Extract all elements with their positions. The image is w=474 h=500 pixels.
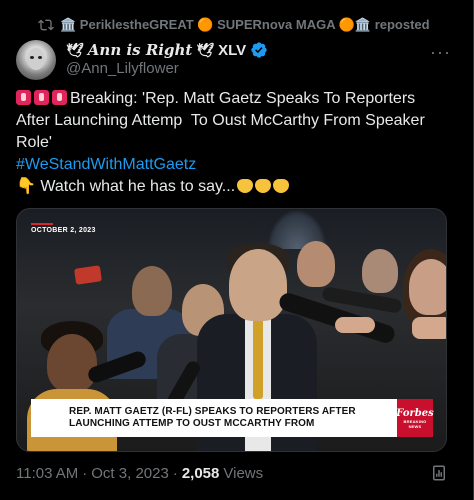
crowd-person xyxy=(132,266,172,316)
lower-third-text: REP. MATT GAETZ (R-FL) SPEAKS TO REPORTE… xyxy=(31,406,397,430)
verified-icon xyxy=(251,42,267,58)
siren-icon xyxy=(34,90,49,105)
author-badge-text: XLV xyxy=(218,41,247,59)
phone-held-up xyxy=(74,265,102,285)
avatar-eye-left xyxy=(30,56,34,59)
crowd-person xyxy=(297,241,335,287)
clap-icon xyxy=(237,179,254,193)
crowd-person xyxy=(409,259,446,315)
avatar-eye-right xyxy=(38,56,42,59)
hand xyxy=(412,317,446,339)
avatar-face xyxy=(27,48,45,70)
video-date-label: OCTOBER 2, 2023 xyxy=(31,227,96,234)
tweet-line-3: Role' xyxy=(16,134,52,151)
repost-icon xyxy=(38,19,54,31)
tweet-text: Breaking: 'Rep. Matt Gaetz Speaks To Rep… xyxy=(16,88,456,198)
speaker-tie xyxy=(253,319,263,399)
tweet-meta: 11:03 AM · Oct 3, 2023 · 2,058 Views xyxy=(16,465,263,482)
author-name-row[interactable]: 🕊 Ann is Right 🕊 XLV xyxy=(66,40,268,60)
repost-header: 🏛️ PeriklestheGREAT 🟠 SUPERnova MAGA 🟠🏛️… xyxy=(38,16,430,34)
tweet-line-5: Watch what he has to say... xyxy=(40,178,236,195)
siren-icon xyxy=(16,90,31,105)
crowd-person xyxy=(362,249,398,293)
author-handle[interactable]: @Ann_Lilyflower xyxy=(66,60,179,77)
repost-text[interactable]: 🏛️ PeriklestheGREAT 🟠 SUPERnova MAGA 🟠🏛️… xyxy=(60,17,430,33)
clap-icon xyxy=(255,179,272,193)
meta-separator: · xyxy=(82,465,88,482)
forbes-logo: Forbes BREAKING NEWS xyxy=(396,399,434,437)
forbes-logo-sub: BREAKING NEWS xyxy=(403,418,427,429)
siren-icon xyxy=(52,90,67,105)
tweet-line-2: After Launching Attemp To Oust McCarthy … xyxy=(16,112,425,129)
more-icon[interactable]: ··· xyxy=(430,42,451,63)
clap-icon xyxy=(273,179,290,193)
lower-third-banner: REP. MATT GAETZ (R-FL) SPEAKS TO REPORTE… xyxy=(31,399,434,437)
meta-separator: · xyxy=(172,465,178,482)
pointing-down-icon: 👇 xyxy=(16,178,36,195)
forbes-logo-name: Forbes xyxy=(396,407,434,419)
hand xyxy=(335,317,375,333)
avatar[interactable] xyxy=(16,40,56,80)
tweet-time[interactable]: 11:03 AM xyxy=(16,465,78,482)
tweet-date[interactable]: Oct 3, 2023 xyxy=(91,465,169,482)
lower-third-line-2: LAUNCHING ATTEMP TO OUST MCCARTHY FROM xyxy=(69,418,315,429)
dove-icon: 🕊 xyxy=(196,41,215,58)
tweet[interactable]: 🏛️ PeriklestheGREAT 🟠 SUPERnova MAGA 🟠🏛️… xyxy=(0,0,474,500)
reporter-head xyxy=(47,334,97,392)
hashtag-link[interactable]: #WeStandWithMattGaetz xyxy=(16,156,196,173)
video-media[interactable]: OCTOBER 2, 2023 REP. MATT GAETZ (R-FL) S… xyxy=(16,208,447,452)
author-display-name[interactable]: Ann is Right xyxy=(88,41,193,59)
speaker-head xyxy=(229,249,287,321)
lower-third-line-1: REP. MATT GAETZ (R-FL) SPEAKS TO REPORTE… xyxy=(69,406,356,417)
views-label: Views xyxy=(223,465,264,482)
views-count: 2,058 xyxy=(181,465,220,482)
analytics-icon[interactable] xyxy=(430,464,448,482)
tweet-line-1: Breaking: 'Rep. Matt Gaetz Speaks To Rep… xyxy=(70,90,416,107)
date-accent-bar xyxy=(31,223,53,225)
dove-icon: 🕊 xyxy=(66,41,84,58)
